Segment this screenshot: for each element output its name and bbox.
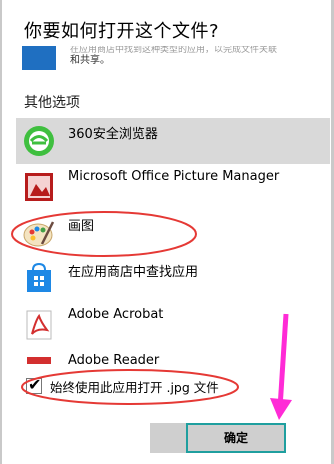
- button-bar-background: [150, 423, 190, 453]
- app-item-label: Microsoft Office Picture Manager: [68, 169, 280, 184]
- picture-manager-icon: [22, 170, 56, 204]
- ok-button[interactable]: 确定: [186, 423, 286, 453]
- recommended-app-item[interactable]: 在应用商店中找到这种类型的应用，以完成文件关联 和共享。: [22, 46, 322, 80]
- recommended-app-text: 和共享。: [70, 55, 110, 66]
- acrobat-icon: [22, 308, 56, 342]
- recommended-app-description: 在应用商店中找到这种类型的应用，以完成文件关联 和共享。: [70, 46, 320, 67]
- always-use-label: 始终使用此应用打开 .jpg 文件: [50, 380, 219, 395]
- open-with-dialog: 你要如何打开这个文件? 在应用商店中找到这种类型的应用，以完成文件关联 和共享。…: [0, 0, 334, 464]
- checkmark-icon: ✔: [28, 375, 42, 394]
- recommended-app-tile-icon: [22, 46, 56, 70]
- app-item-label: Adobe Acrobat: [68, 307, 164, 322]
- app-item-label: 在应用商店中查找应用: [68, 265, 199, 280]
- always-use-checkbox-row[interactable]: ✔ 始终使用此应用打开 .jpg 文件: [26, 375, 306, 398]
- app-item-picture-manager[interactable]: Microsoft Office Picture Manager: [16, 164, 330, 210]
- store-icon: [22, 262, 56, 296]
- app-item-store[interactable]: 在应用商店中查找应用: [16, 256, 330, 302]
- app-item-label: Adobe Reader: [68, 353, 160, 364]
- app-list: 360安全浏览器 Microsoft Office Picture Manage…: [16, 118, 330, 364]
- app-item-reader[interactable]: Adobe Reader: [16, 348, 330, 364]
- app-item-label: 画图: [68, 219, 95, 234]
- always-use-checkbox[interactable]: ✔: [26, 375, 42, 394]
- reader-icon: [22, 354, 56, 364]
- app-item-paint[interactable]: 画图: [16, 210, 330, 256]
- app-item-label: 360安全浏览器: [68, 127, 158, 142]
- recommended-app-faded-text: 在应用商店中找到这种类型的应用，以完成文件关联: [70, 46, 278, 54]
- dialog-title: 你要如何打开这个文件?: [24, 21, 220, 42]
- app-item-360-browser[interactable]: 360安全浏览器: [16, 118, 330, 164]
- dialog-left-border: [0, 0, 2, 464]
- app-item-acrobat[interactable]: Adobe Acrobat: [16, 302, 330, 348]
- other-options-label: 其他选项: [24, 95, 80, 111]
- 360-browser-icon: [22, 124, 56, 158]
- paint-icon: [22, 216, 56, 250]
